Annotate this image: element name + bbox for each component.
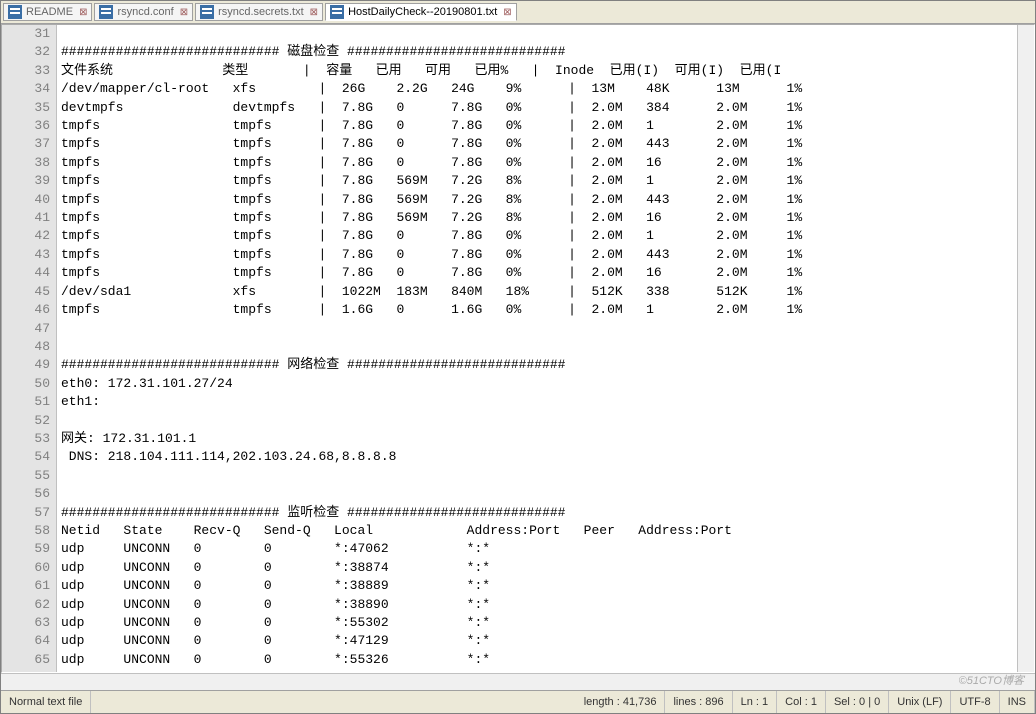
- editor-window: README⊠rsyncd.conf⊠rsyncd.secrets.txt⊠Ho…: [0, 0, 1036, 714]
- editor-area: 31 32 33 34 35 36 37 38 39 40 41 42 43 4…: [1, 24, 1035, 673]
- close-icon[interactable]: ⊠: [310, 7, 318, 18]
- tab-label: rsyncd.secrets.txt: [218, 6, 304, 18]
- tab-0[interactable]: README ⊠: [3, 3, 92, 21]
- text-content[interactable]: ############################ 磁盘检查 ######…: [57, 25, 1017, 672]
- file-icon: [99, 5, 113, 19]
- close-icon[interactable]: ⊠: [79, 7, 87, 18]
- horizontal-scrollbar[interactable]: [1, 673, 1035, 690]
- status-sel: Sel : 0 | 0: [826, 691, 889, 713]
- line-number-gutter: 31 32 33 34 35 36 37 38 39 40 41 42 43 4…: [2, 25, 57, 672]
- file-icon: [8, 5, 22, 19]
- watermark-text: ©51CTO博客: [959, 672, 1024, 688]
- status-col: Col : 1: [777, 691, 826, 713]
- status-eol: Unix (LF): [889, 691, 951, 713]
- close-icon[interactable]: ⊠: [180, 7, 188, 18]
- status-mode: Normal text file: [1, 691, 91, 713]
- status-ins: INS: [1000, 691, 1035, 713]
- status-ln: Ln : 1: [733, 691, 778, 713]
- vertical-scrollbar[interactable]: [1017, 25, 1034, 672]
- tab-1[interactable]: rsyncd.conf ⊠: [94, 3, 193, 21]
- tab-label: HostDailyCheck--20190801.txt: [348, 6, 497, 18]
- tab-3[interactable]: HostDailyCheck--20190801.txt ⊠: [325, 3, 517, 21]
- tab-bar: README⊠rsyncd.conf⊠rsyncd.secrets.txt⊠Ho…: [1, 1, 1035, 24]
- file-icon: [330, 5, 344, 19]
- tab-2[interactable]: rsyncd.secrets.txt ⊠: [195, 3, 323, 21]
- status-length: length : 41,736: [576, 691, 666, 713]
- tab-label: rsyncd.conf: [117, 6, 173, 18]
- tab-label: README: [26, 6, 73, 18]
- close-icon[interactable]: ⊠: [503, 7, 511, 18]
- status-enc: UTF-8: [951, 691, 999, 713]
- file-icon: [200, 5, 214, 19]
- status-bar: Normal text file length : 41,736 lines :…: [1, 690, 1035, 713]
- status-lines: lines : 896: [665, 691, 732, 713]
